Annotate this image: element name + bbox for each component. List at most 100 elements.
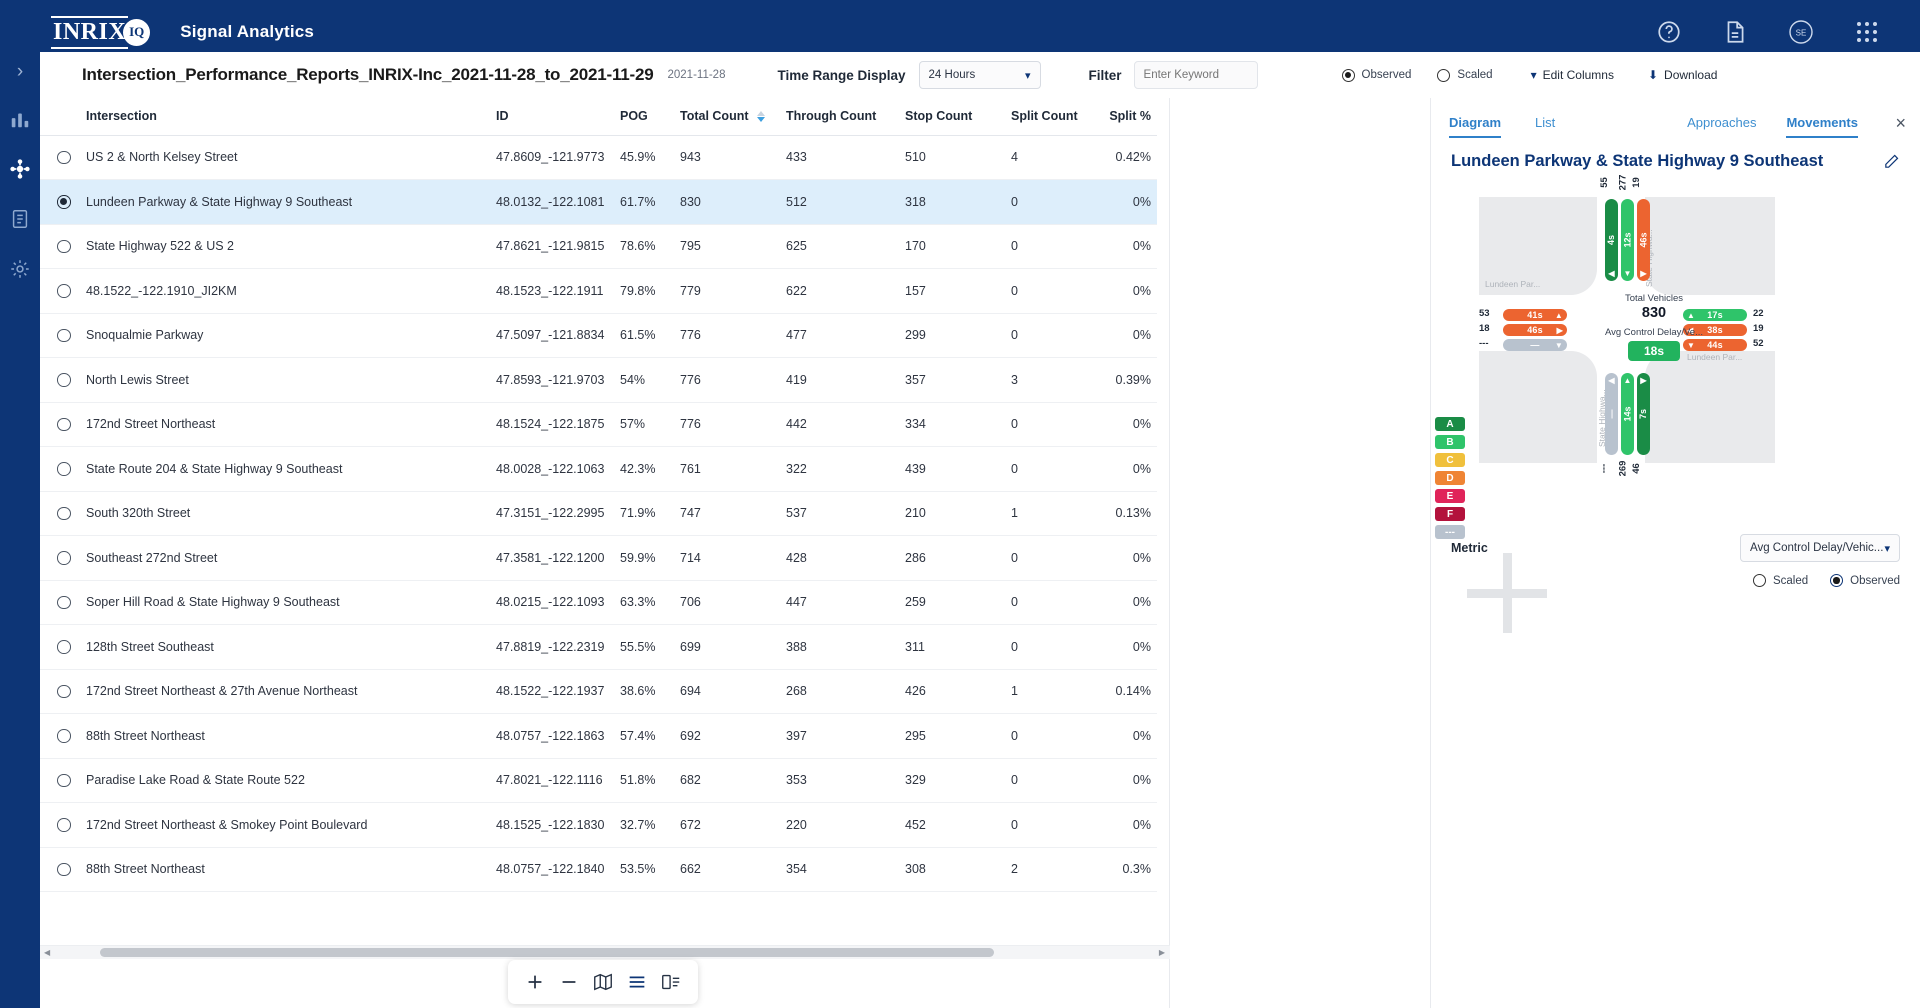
table-row[interactable]: 88th Street Northeast48.0757_-122.186357… [40, 714, 1157, 759]
help-icon[interactable] [1656, 19, 1682, 45]
row-select-radio[interactable] [40, 135, 86, 180]
column-header-stop-count[interactable]: Stop Count [905, 98, 1011, 135]
table-row[interactable]: 172nd Street Northeast48.1524_-122.18755… [40, 402, 1157, 447]
row-select-radio[interactable] [40, 491, 86, 536]
edit-columns-button[interactable]: ▾ Edit Columns [1531, 68, 1614, 82]
table-row[interactable]: Soper Hill Road & State Highway 9 Southe… [40, 580, 1157, 625]
row-radio-dot[interactable] [57, 373, 71, 387]
column-header-intersection[interactable]: Intersection [86, 98, 496, 135]
observed-radio[interactable]: Observed [1342, 69, 1412, 82]
movement-bar[interactable]: 41s▲ [1503, 309, 1567, 321]
zoom-in-button[interactable] [524, 971, 546, 993]
row-radio-dot[interactable] [57, 818, 71, 832]
row-radio-dot[interactable] [57, 640, 71, 654]
map-view-button[interactable] [592, 971, 614, 993]
scaled-radio[interactable]: Scaled [1437, 69, 1492, 82]
row-radio-dot[interactable] [57, 195, 71, 209]
movement-bar[interactable]: 12s▼ [1621, 199, 1634, 281]
row-radio-dot[interactable] [57, 507, 71, 521]
table-row[interactable]: 48.1522_-122.1910_JI2KM48.1523_-122.1911… [40, 269, 1157, 314]
row-radio-dot[interactable] [57, 774, 71, 788]
row-radio-dot[interactable] [57, 151, 71, 165]
row-select-radio[interactable] [40, 313, 86, 358]
row-select-radio[interactable] [40, 224, 86, 269]
row-select-radio[interactable] [40, 847, 86, 892]
row-radio-dot[interactable] [57, 685, 71, 699]
row-radio-dot[interactable] [57, 863, 71, 877]
zoom-out-button[interactable] [558, 971, 580, 993]
tab-diagram[interactable]: Diagram [1449, 115, 1501, 138]
edit-pencil-icon[interactable] [1883, 153, 1900, 170]
tab-movements[interactable]: Movements [1786, 115, 1858, 138]
column-header-pog[interactable]: POG [620, 98, 680, 135]
movement-bar[interactable]: 14s▲ [1621, 373, 1634, 455]
row-select-radio[interactable] [40, 180, 86, 225]
row-select-radio[interactable] [40, 803, 86, 848]
movement-bar[interactable]: 46s▶ [1503, 324, 1567, 336]
time-range-select[interactable]: 24 Hours ▾ [919, 61, 1041, 89]
tab-list[interactable]: List [1535, 115, 1555, 138]
table-row[interactable]: South 320th Street47.3151_-122.299571.9%… [40, 491, 1157, 536]
table-row[interactable]: 88th Street Northeast48.0757_-122.184053… [40, 847, 1157, 892]
row-select-radio[interactable] [40, 580, 86, 625]
horizontal-scroll-thumb[interactable] [100, 948, 994, 957]
download-button[interactable]: ⬇ Download [1648, 68, 1717, 82]
close-icon[interactable]: × [1895, 114, 1906, 132]
table-row[interactable]: Lundeen Parkway & State Highway 9 Southe… [40, 180, 1157, 225]
scroll-right-arrow-icon[interactable]: ▶ [1159, 948, 1165, 957]
table-row[interactable]: State Route 204 & State Highway 9 Southe… [40, 447, 1157, 492]
table-row[interactable]: State Highway 522 & US 247.8621_-121.981… [40, 224, 1157, 269]
movement-bar[interactable]: —◀ [1605, 373, 1618, 455]
row-radio-dot[interactable] [57, 551, 71, 565]
row-select-radio[interactable] [40, 269, 86, 314]
column-header-total-count[interactable]: Total Count [680, 98, 786, 135]
table-row[interactable]: US 2 & North Kelsey Street47.8609_-121.9… [40, 135, 1157, 180]
column-header-split-count[interactable]: Split Count [1011, 98, 1101, 135]
panel-scaled-radio[interactable]: Scaled [1753, 574, 1808, 587]
inrix-logo[interactable]: INRIX IQ [51, 16, 150, 49]
account-icon[interactable]: SE [1788, 19, 1814, 45]
table-row[interactable]: 172nd Street Northeast & 27th Avenue Nor… [40, 669, 1157, 714]
document-icon[interactable] [1722, 19, 1748, 45]
row-radio-dot[interactable] [57, 418, 71, 432]
column-header-id[interactable]: ID [496, 98, 620, 135]
sidebar-item-settings[interactable] [9, 258, 31, 280]
filter-input[interactable] [1134, 61, 1258, 89]
row-select-radio[interactable] [40, 714, 86, 759]
tab-approaches[interactable]: Approaches [1687, 115, 1756, 138]
app-grid-icon[interactable] [1854, 19, 1880, 45]
row-radio-dot[interactable] [57, 284, 71, 298]
movement-bar[interactable]: —▼ [1503, 339, 1567, 351]
movement-bar[interactable]: 4s◀ [1605, 199, 1618, 281]
row-select-radio[interactable] [40, 536, 86, 581]
movement-bar[interactable]: 7s▶ [1637, 373, 1650, 455]
list-view-button[interactable] [626, 971, 648, 993]
row-select-radio[interactable] [40, 402, 86, 447]
column-header-through-count[interactable]: Through Count [786, 98, 905, 135]
column-header-split-pct[interactable]: Split % [1101, 98, 1157, 135]
sidebar-item-signals[interactable] [9, 158, 31, 180]
table-horizontal-scrollbar[interactable]: ◀ ▶ [40, 945, 1170, 959]
row-select-radio[interactable] [40, 625, 86, 670]
expand-sidebar-button[interactable]: › [8, 60, 32, 84]
row-select-radio[interactable] [40, 758, 86, 803]
scroll-left-arrow-icon[interactable]: ◀ [44, 948, 50, 957]
table-row[interactable]: Southeast 272nd Street47.3581_-122.12005… [40, 536, 1157, 581]
row-select-radio[interactable] [40, 358, 86, 403]
table-row[interactable]: 128th Street Southeast47.8819_-122.23195… [40, 625, 1157, 670]
row-radio-dot[interactable] [57, 729, 71, 743]
row-radio-dot[interactable] [57, 329, 71, 343]
row-select-radio[interactable] [40, 669, 86, 714]
table-row[interactable]: 172nd Street Northeast & Smokey Point Bo… [40, 803, 1157, 848]
row-radio-dot[interactable] [57, 462, 71, 476]
split-view-button[interactable] [660, 971, 682, 993]
table-row[interactable]: North Lewis Street47.8593_-121.970354%77… [40, 358, 1157, 403]
row-radio-dot[interactable] [57, 596, 71, 610]
panel-observed-radio[interactable]: Observed [1830, 574, 1900, 587]
table-row[interactable]: Snoqualmie Parkway47.5097_-121.883461.5%… [40, 313, 1157, 358]
row-select-radio[interactable] [40, 447, 86, 492]
movement-bar[interactable]: 46s▶ [1637, 199, 1650, 281]
metric-select[interactable]: Avg Control Delay/Vehic... ▾ [1740, 534, 1900, 562]
sort-indicator-icon[interactable] [757, 111, 765, 122]
sidebar-item-reports[interactable] [9, 208, 31, 230]
